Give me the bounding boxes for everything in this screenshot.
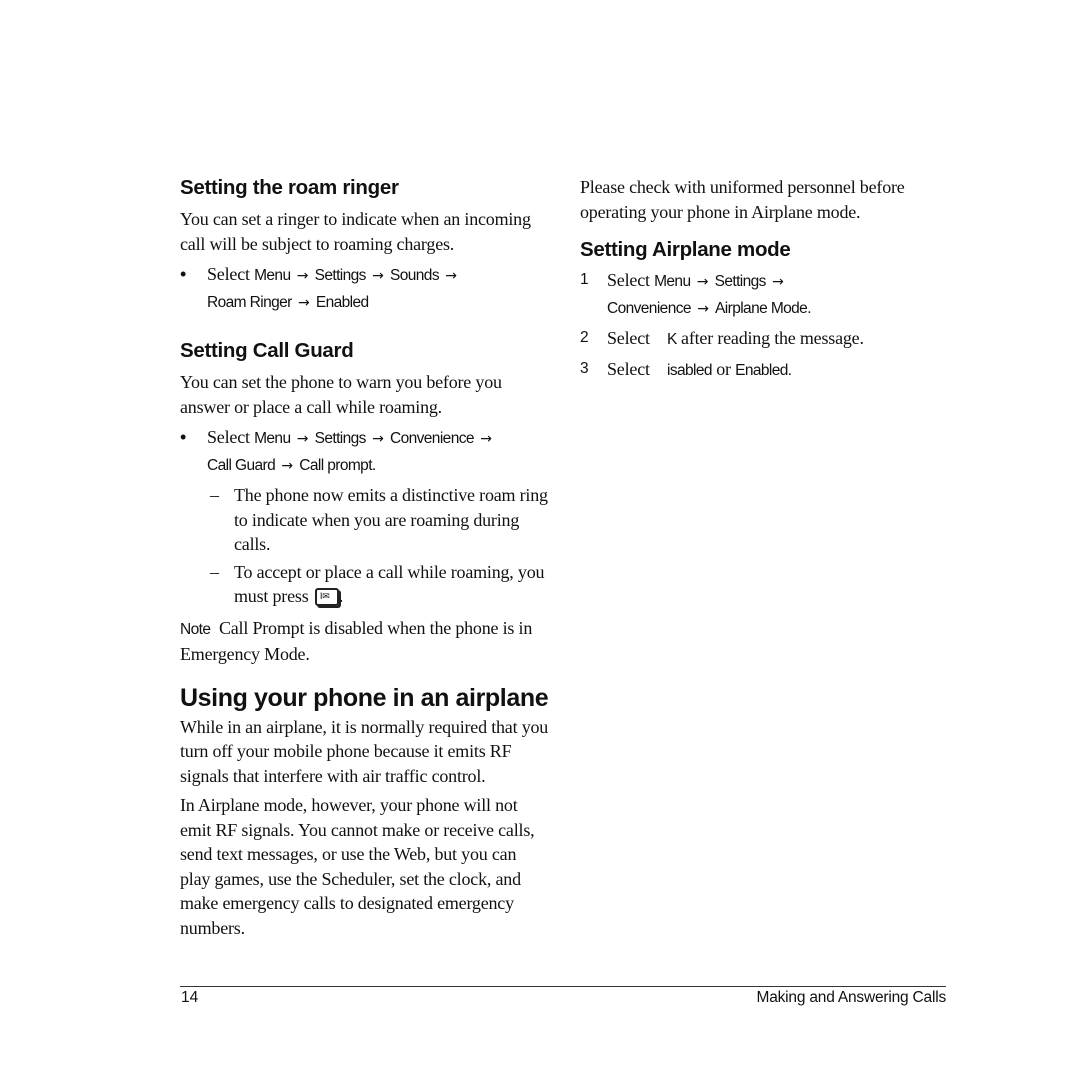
arrow-icon: → [772,274,784,290]
menu-item: Enabled [315,293,369,311]
arrow-icon: → [296,431,309,447]
note: Note Call Prompt is disabled when the ph… [180,616,550,667]
airplane-step-3: 3 Select isabled or Enabled. [580,357,950,384]
airplane-intro: Please check with uniformed personnel be… [580,177,905,222]
footer-divider [180,986,946,987]
call-guard-subitem: – The phone now emits a distinctive roam… [180,483,550,557]
menu-item: Call Guard [207,456,276,474]
call-guard-subitem: – To accept or place a call while roamin… [210,561,545,607]
bullet-icon: • [180,264,187,284]
section-heading-airplane-mode: Setting Airplane mode [580,238,791,261]
step-prefix: Select [607,270,655,290]
menu-item: Roam Ringer [207,293,292,311]
arrow-icon: → [296,268,309,284]
menu-item: Airplane Mode. [715,299,811,317]
section-heading-call-guard: Setting Call Guard [180,339,354,362]
roam-ringer-body: You can set a ringer to indicate when an… [180,209,531,254]
step-number: 1 [580,271,589,288]
call-guard-step: • Select Menu → Settings → Convenience →… [180,425,550,478]
subitem-text: To accept or place a call while roaming,… [234,561,545,607]
arrow-icon: → [445,268,457,284]
menu-item: Settings [714,273,767,290]
step-prefix: Select [607,328,655,348]
page-number: 14 [181,989,199,1006]
arrow-icon: → [298,294,310,311]
menu-item: Settings [314,430,367,447]
bullet-icon: • [180,427,187,447]
chapter-title: Making and Answering Calls [756,989,946,1006]
dash-icon: – [210,485,219,505]
step-prefix: Select [207,427,255,447]
section-heading-roam-ringer: Setting the roam ringer [180,176,399,199]
step-number: 3 [580,359,589,377]
menu-item: Convenience [607,299,691,317]
section-heading-airplane: Using your phone in an airplane [180,683,549,712]
right-column: Please check with uniformed personnel be… [580,175,950,383]
roam-ringer-step: • Select Menu → Settings → Sounds → Roam… [180,262,550,315]
step-number: 2 [580,329,589,346]
dash-icon: – [210,561,219,582]
menu-item: Sounds [390,267,440,284]
call-guard-body: You can set the phone to warn you before… [180,372,502,417]
arrow-icon: → [372,268,384,284]
arrow-icon: → [480,431,492,447]
airplane-step-1: 1 Select Menu → Settings → Convenience →… [580,268,950,321]
note-label: Note [180,620,211,638]
arrow-icon: → [696,274,709,290]
arrow-icon: → [697,300,709,317]
menu-item: Menu [254,267,291,284]
arrow-icon: → [281,457,293,474]
menu-item: Call prompt. [299,456,376,474]
menu-item: Menu [654,273,691,290]
left-column: Setting the roam ringer You can set a ri… [180,175,550,940]
menu-item: isabled [667,361,713,379]
menu-item: Menu [254,430,291,447]
airplane-para-1: While in an airplane, it is normally req… [180,716,549,786]
airplane-step-2: 2 Select K after reading the message. [580,326,950,353]
menu-item: Convenience [390,430,474,447]
step-or: or [711,358,736,379]
step-prefix: Select [607,358,655,379]
step-rest: after reading the message. [676,328,864,348]
menu-item: K [667,331,677,348]
step-prefix: Select [207,264,255,284]
note-text: Call Prompt is disabled when the phone i… [180,617,533,665]
arrow-icon: → [372,431,384,447]
menu-item: Settings [314,267,367,284]
subitem-text: The phone now emits a distinctive roam r… [234,485,548,554]
menu-item: Enabled. [735,361,792,379]
airplane-para-2: In Airplane mode, however, your phone wi… [180,795,535,938]
send-talk-key-icon: I✉ [314,588,339,606]
